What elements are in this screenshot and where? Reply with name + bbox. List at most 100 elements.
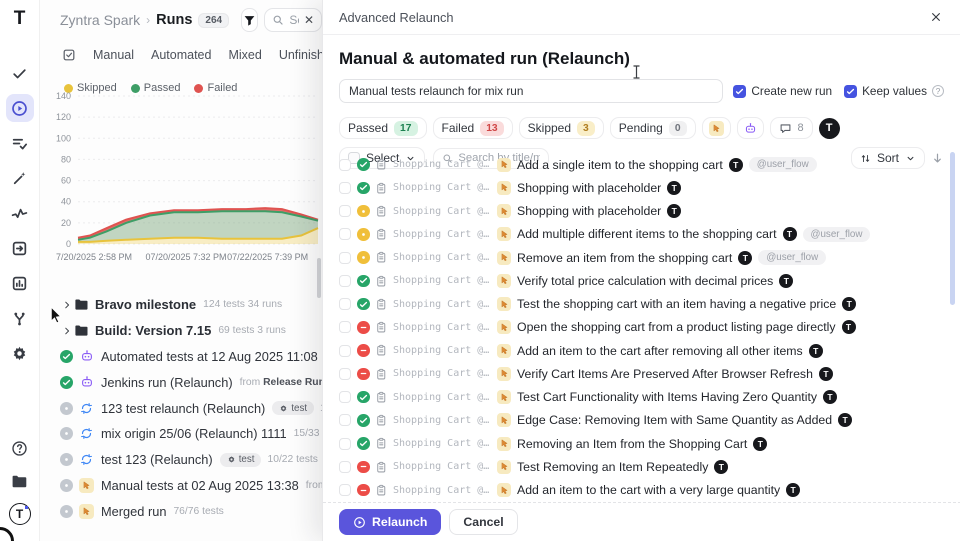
test-row[interactable]: Shopping Cart @… Add an item to the cart…: [323, 479, 960, 502]
run-list-item[interactable]: Merged run76/76 tests: [40, 498, 322, 524]
test-checkbox[interactable]: [339, 484, 351, 496]
test-checkbox[interactable]: [339, 345, 351, 357]
sidebar-item-branches[interactable]: [6, 304, 34, 332]
test-title[interactable]: Add an item to the cart after removing a…: [517, 344, 803, 358]
help-icon[interactable]: ?: [932, 85, 944, 97]
test-row[interactable]: Shopping Cart @… Shopping with placehold…: [323, 200, 960, 223]
test-checkbox[interactable]: [339, 321, 351, 333]
filter-passed[interactable]: Passed 17: [339, 117, 427, 139]
test-checkbox[interactable]: [339, 298, 351, 310]
tab-unfinished[interactable]: Unfinished: [279, 48, 322, 62]
close-icon[interactable]: [930, 11, 942, 23]
run-group-title[interactable]: Build: Version 7.15: [95, 323, 211, 338]
select-runs-icon[interactable]: [62, 48, 76, 62]
test-row[interactable]: Shopping Cart @… Add multiple different …: [323, 223, 960, 246]
test-title[interactable]: Shopping with placeholder: [517, 204, 661, 218]
run-list-item[interactable]: Manual tests at 02 Aug 2025 13:38from Cu…: [40, 473, 322, 499]
test-row[interactable]: Shopping Cart @… Remove an item from the…: [323, 246, 960, 269]
option-keep-values[interactable]: Keep values ?: [844, 84, 944, 98]
clear-search-icon[interactable]: ✕: [304, 13, 314, 27]
sidebar-item-plans[interactable]: [6, 129, 34, 157]
checkbox-checked-icon[interactable]: [844, 85, 857, 98]
sidebar-item-projects[interactable]: [6, 467, 34, 495]
assignee-avatar[interactable]: T: [819, 118, 840, 139]
runs-search-input[interactable]: Search [C ✕: [264, 8, 322, 32]
test-row[interactable]: Shopping Cart @… Verify Cart Items Are P…: [323, 362, 960, 385]
test-checkbox[interactable]: [339, 159, 351, 171]
test-row[interactable]: Shopping Cart @… Add a single item to th…: [323, 153, 960, 176]
sidebar-item-settings[interactable]: [6, 339, 34, 367]
relaunch-button[interactable]: Relaunch: [339, 509, 441, 535]
modal-scrollbar[interactable]: [950, 152, 955, 305]
run-list-item[interactable]: test 123 (Relaunch)test10/22 tests: [40, 447, 322, 473]
option-create-new-run[interactable]: Create new run: [733, 84, 832, 98]
sidebar-item-tests[interactable]: [6, 59, 34, 87]
run-list-item[interactable]: mix origin 25/06 (Relaunch) 111115/33 te…: [40, 421, 322, 447]
filter-pending[interactable]: Pending 0: [610, 117, 696, 139]
test-checkbox[interactable]: [339, 438, 351, 450]
filter-skipped[interactable]: Skipped 3: [519, 117, 604, 139]
sidebar-item-automation[interactable]: [6, 164, 34, 192]
test-row[interactable]: Shopping Cart @… Edge Case: Removing Ite…: [323, 409, 960, 432]
test-title[interactable]: Shopping with placeholder: [517, 181, 661, 195]
sidebar-item-help[interactable]: [6, 434, 34, 462]
run-title[interactable]: Manual tests at 02 Aug 2025 13:38: [101, 478, 299, 493]
test-row[interactable]: Shopping Cart @… Verify total price calc…: [323, 269, 960, 292]
test-checkbox[interactable]: [339, 461, 351, 473]
tab-manual[interactable]: Manual: [93, 48, 134, 62]
test-checkbox[interactable]: [339, 275, 351, 287]
test-checkbox[interactable]: [339, 414, 351, 426]
manual-tests-filter[interactable]: [702, 117, 731, 139]
tab-mixed[interactable]: Mixed: [228, 48, 261, 62]
sidebar-item-reports[interactable]: [6, 269, 34, 297]
test-row[interactable]: Shopping Cart @… Shopping with placehold…: [323, 176, 960, 199]
test-checkbox[interactable]: [339, 368, 351, 380]
sidebar-item-profile[interactable]: T: [6, 500, 34, 528]
sidebar-item-runs[interactable]: [6, 94, 34, 122]
run-name-input[interactable]: [339, 79, 723, 103]
test-title[interactable]: Remove an item from the shopping cart: [517, 251, 732, 265]
test-title[interactable]: Add multiple different items to the shop…: [517, 227, 777, 241]
test-title[interactable]: Test the shopping cart with an item havi…: [517, 297, 836, 311]
test-row[interactable]: Shopping Cart @… Test the shopping cart …: [323, 293, 960, 316]
app-logo[interactable]: T: [14, 8, 26, 30]
cancel-button[interactable]: Cancel: [449, 509, 517, 535]
test-checkbox[interactable]: [339, 391, 351, 403]
run-group-title[interactable]: Bravo milestone: [95, 297, 196, 312]
test-checkbox[interactable]: [339, 252, 351, 264]
test-checkbox[interactable]: [339, 228, 351, 240]
test-checkbox[interactable]: [339, 182, 351, 194]
test-title[interactable]: Test Cart Functionality with Items Havin…: [517, 390, 817, 404]
test-row[interactable]: Shopping Cart @… Open the shopping cart …: [323, 316, 960, 339]
run-list-item[interactable]: Automated tests at 12 Aug 2025 11:08 (Re…: [40, 344, 322, 370]
comments-filter[interactable]: 8: [770, 117, 813, 139]
test-checkbox[interactable]: [339, 205, 351, 217]
automated-tests-filter[interactable]: [737, 117, 764, 139]
run-list-item[interactable]: Jenkins run (Relaunch)from Release Run 1…: [40, 369, 322, 395]
run-title[interactable]: Automated tests at 12 Aug 2025 11:08 (Re…: [101, 349, 322, 364]
run-list-item[interactable]: 123 test relaunch (Relaunch)test15/23 te…: [40, 395, 322, 421]
tab-automated[interactable]: Automated: [151, 48, 211, 62]
test-title[interactable]: Add a single item to the shopping cart: [517, 158, 723, 172]
test-title[interactable]: Verify Cart Items Are Preserved After Br…: [517, 367, 813, 381]
filter-failed[interactable]: Failed 13: [433, 117, 513, 139]
test-title[interactable]: Add an item to the cart with a very larg…: [517, 483, 780, 497]
test-row[interactable]: Shopping Cart @… Test Cart Functionality…: [323, 386, 960, 409]
test-row[interactable]: Shopping Cart @… Test Removing an Item R…: [323, 455, 960, 478]
sidebar-item-analytics[interactable]: [6, 199, 34, 227]
test-title[interactable]: Test Removing an Item Repeatedly: [517, 460, 708, 474]
test-title[interactable]: Edge Case: Removing Item with Same Quant…: [517, 413, 832, 427]
run-title[interactable]: test 123 (Relaunch): [101, 452, 213, 467]
run-title[interactable]: Merged run: [101, 504, 166, 519]
filter-button[interactable]: [241, 8, 258, 32]
run-list-item[interactable]: Build: Version 7.1569 tests 3 runs: [40, 318, 322, 344]
test-title[interactable]: Open the shopping cart from a product li…: [517, 320, 836, 334]
run-title[interactable]: 123 test relaunch (Relaunch): [101, 401, 265, 416]
run-title[interactable]: Jenkins run (Relaunch): [101, 375, 233, 390]
test-title[interactable]: Removing an Item from the Shopping Cart: [517, 437, 747, 451]
breadcrumb-project[interactable]: Zyntra Spark: [60, 12, 140, 28]
run-list-item[interactable]: Bravo milestone124 tests 34 runs: [40, 292, 322, 318]
test-row[interactable]: Shopping Cart @… Removing an Item from t…: [323, 432, 960, 455]
checkbox-checked-icon[interactable]: [733, 85, 746, 98]
run-title[interactable]: mix origin 25/06 (Relaunch) 1111: [101, 426, 287, 441]
